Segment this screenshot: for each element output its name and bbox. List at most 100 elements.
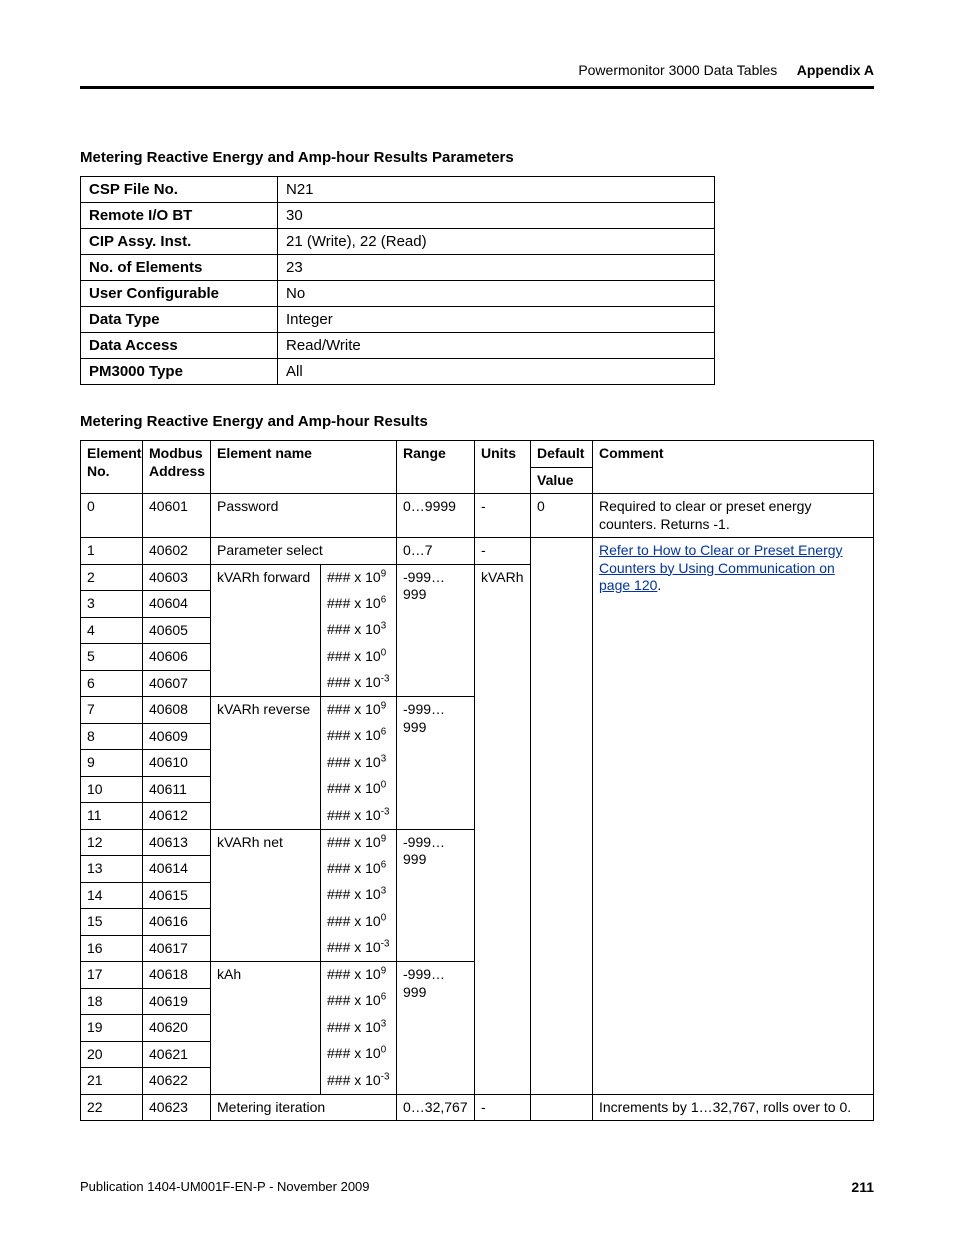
cell-addr: 40610 [143, 750, 211, 777]
cell-no: 15 [81, 909, 143, 936]
col-value: Value [531, 467, 593, 494]
cell-exp: ### x 100 [321, 1041, 397, 1068]
cell-addr: 40612 [143, 803, 211, 830]
divider [80, 86, 874, 89]
cell-no: 5 [81, 644, 143, 671]
cell-name: kVARh forward [211, 564, 321, 697]
cell-exp: ### x 106 [321, 856, 397, 883]
cell-addr: 40611 [143, 776, 211, 803]
cell-name: kVARh reverse [211, 697, 321, 830]
cell-no: 14 [81, 882, 143, 909]
cell-no: 1 [81, 538, 143, 565]
cell-no: 0 [81, 494, 143, 538]
cell-no: 13 [81, 856, 143, 883]
cell-no: 19 [81, 1015, 143, 1042]
cell-addr: 40614 [143, 856, 211, 883]
cell-addr: 40623 [143, 1094, 211, 1121]
cell-no: 2 [81, 564, 143, 591]
cell-exp: ### x 103 [321, 617, 397, 644]
param-value: Integer [278, 307, 715, 333]
cell-no: 9 [81, 750, 143, 777]
cell-comment: Required to clear or preset energy count… [593, 494, 874, 538]
param-value: All [278, 359, 715, 385]
cell-no: 17 [81, 962, 143, 989]
page-number: 211 [851, 1179, 874, 1195]
cell-units: kVARh [475, 564, 531, 1094]
cell-range: -999…999 [397, 564, 475, 697]
cell-name: Parameter select [211, 538, 397, 565]
cell-addr: 40617 [143, 935, 211, 962]
param-value: No [278, 281, 715, 307]
cell-range: 0…9999 [397, 494, 475, 538]
col-units: Units [475, 441, 531, 494]
param-label: PM3000 Type [81, 359, 278, 385]
param-value: 30 [278, 203, 715, 229]
cell-no: 18 [81, 988, 143, 1015]
params-table: CSP File No. N21 Remote I/O BT 30 CIP As… [80, 176, 715, 385]
cell-range: -999…999 [397, 697, 475, 830]
cell-exp: ### x 10-3 [321, 670, 397, 697]
cell-addr: 40606 [143, 644, 211, 671]
cell-def [531, 1094, 593, 1121]
appendix-label: Appendix A [797, 62, 874, 78]
cell-exp: ### x 100 [321, 776, 397, 803]
cell-no: 16 [81, 935, 143, 962]
cell-units: - [475, 538, 531, 565]
cell-addr: 40607 [143, 670, 211, 697]
cell-no: 21 [81, 1068, 143, 1095]
col-modbus-addr: Modbus Address [143, 441, 211, 494]
cell-addr: 40608 [143, 697, 211, 724]
cell-no: 4 [81, 617, 143, 644]
cell-range: -999…999 [397, 829, 475, 962]
param-label: CIP Assy. Inst. [81, 229, 278, 255]
cell-comment: Increments by 1…32,767, rolls over to 0. [593, 1094, 874, 1121]
publication-id: Publication 1404-UM001F-EN-P - November … [80, 1179, 370, 1195]
param-value: 23 [278, 255, 715, 281]
param-label: Data Type [81, 307, 278, 333]
param-label: CSP File No. [81, 177, 278, 203]
cell-addr: 40615 [143, 882, 211, 909]
cell-exp: ### x 109 [321, 564, 397, 591]
cell-addr: 40613 [143, 829, 211, 856]
cell-addr: 40616 [143, 909, 211, 936]
cell-addr: 40609 [143, 723, 211, 750]
register-table: Element No. Modbus Address Element name … [80, 440, 874, 1121]
cell-addr: 40622 [143, 1068, 211, 1095]
cell-units: - [475, 1094, 531, 1121]
cell-exp: ### x 100 [321, 644, 397, 671]
col-element-no: Element No. [81, 441, 143, 494]
param-value: Read/Write [278, 333, 715, 359]
col-element-name: Element name [211, 441, 397, 494]
cell-addr: 40602 [143, 538, 211, 565]
cell-exp: ### x 103 [321, 882, 397, 909]
cell-addr: 40603 [143, 564, 211, 591]
col-default: Default [531, 441, 593, 468]
cell-no: 8 [81, 723, 143, 750]
cell-exp: ### x 106 [321, 591, 397, 618]
col-range: Range [397, 441, 475, 494]
cell-units: - [475, 494, 531, 538]
page-footer: Publication 1404-UM001F-EN-P - November … [80, 1179, 874, 1195]
section-name: Powermonitor 3000 Data Tables [578, 62, 777, 78]
cell-exp: ### x 106 [321, 723, 397, 750]
col-comment: Comment [593, 441, 874, 494]
param-label: Remote I/O BT [81, 203, 278, 229]
cell-name: Password [211, 494, 397, 538]
cell-addr: 40605 [143, 617, 211, 644]
cell-name: Metering iteration [211, 1094, 397, 1121]
cell-exp: ### x 10-3 [321, 935, 397, 962]
xref-link[interactable]: Refer to How to Clear or Preset Energy C… [599, 542, 843, 593]
params-title: Metering Reactive Energy and Amp-hour Re… [80, 149, 874, 166]
param-value: N21 [278, 177, 715, 203]
cell-exp: ### x 109 [321, 962, 397, 989]
cell-addr: 40604 [143, 591, 211, 618]
cell-exp: ### x 109 [321, 829, 397, 856]
cell-name: kVARh net [211, 829, 321, 962]
cell-addr: 40619 [143, 988, 211, 1015]
param-label: No. of Elements [81, 255, 278, 281]
cell-exp: ### x 100 [321, 909, 397, 936]
cell-addr: 40601 [143, 494, 211, 538]
cell-no: 12 [81, 829, 143, 856]
cell-no: 20 [81, 1041, 143, 1068]
cell-exp: ### x 10-3 [321, 803, 397, 830]
